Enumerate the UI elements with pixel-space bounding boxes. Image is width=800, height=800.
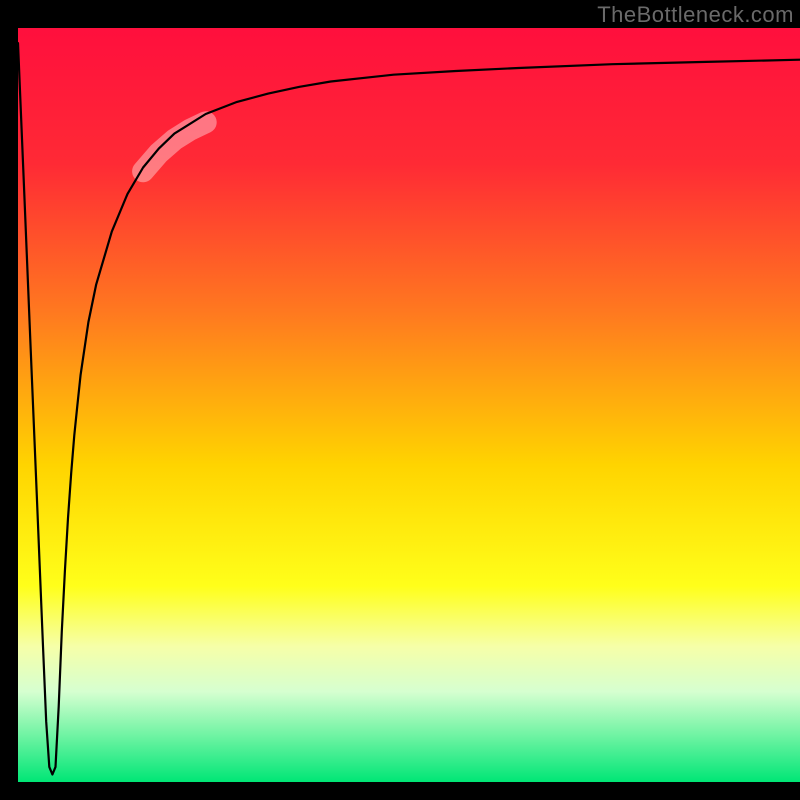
chart-stage: TheBottleneck.com — [0, 0, 800, 800]
frame-top — [0, 0, 800, 28]
frame-left — [0, 0, 18, 800]
frame-bottom — [0, 782, 800, 800]
gradient-background — [18, 28, 800, 782]
bottleneck-chart — [0, 0, 800, 800]
